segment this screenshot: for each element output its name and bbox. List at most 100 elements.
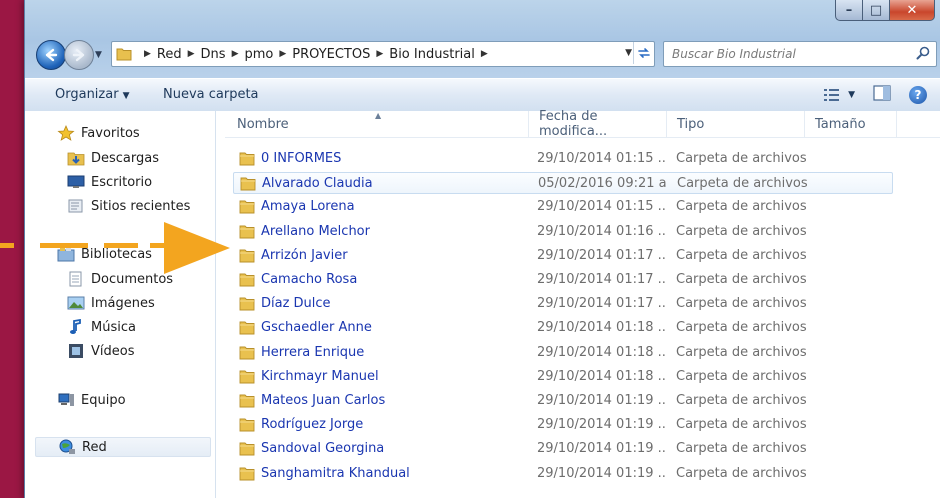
file-date: 29/10/2014 01:19 ... [537,393,667,408]
file-type: Carpeta de archivos [676,223,806,239]
breadcrumb-item[interactable]: Red [157,47,182,62]
organize-label: Organizar [55,87,119,102]
navigation-bar: ▼ ▶ Red ▶ Dns ▶ pmo ▶ PROYECTOS ▶ Bio In… [33,36,937,70]
sidebar-item-images[interactable]: Imágenes [67,293,155,313]
file-type: Carpeta de archivos [676,344,806,360]
forward-button[interactable] [64,40,94,70]
sidebar-item-recent-places[interactable]: Sitios recientes [67,196,190,216]
maximize-button[interactable]: □ [863,0,890,21]
file-list: Nombre ▲ Fecha de modifica... Tipo Tamañ… [225,109,940,498]
folder-icon [239,418,255,432]
chevron-right-icon[interactable]: ▶ [188,49,195,59]
file-name: Mateos Juan Carlos [261,393,386,408]
sidebar-item-network[interactable]: Red [35,437,211,457]
sidebar-item-computer[interactable]: Equipo [57,390,126,410]
column-header-size[interactable]: Tamaño [805,111,897,137]
preview-pane-button[interactable] [873,85,891,105]
desktop-icon [67,175,85,188]
new-folder-button[interactable]: Nueva carpeta [163,87,259,102]
sidebar-item-label: Imágenes [91,295,155,311]
file-row[interactable]: Mateos Juan Carlos 29/10/2014 01:19 ... Ca… [233,390,893,412]
sidebar-item-documents[interactable]: Documentos [67,269,173,289]
address-history-dropdown[interactable]: ▼ [625,48,632,58]
refresh-button[interactable] [633,42,654,64]
file-date: 29/10/2014 01:17 ... [537,272,667,287]
search-input[interactable] [670,45,909,63]
file-row[interactable]: Sandoval Georgina 29/10/2014 01:19 ... Car… [233,438,893,460]
recent-pages-dropdown[interactable]: ▼ [95,50,102,60]
arrow-left-icon [45,48,58,62]
file-name: Díaz Dulce [261,296,331,312]
file-type: Carpeta de archivos [676,272,806,287]
file-type: Carpeta de archivos [676,417,806,433]
file-name: Sandoval Georgina [261,441,385,457]
breadcrumb-item[interactable]: pmo [245,47,274,62]
chevron-right-icon[interactable]: ▶ [279,49,286,59]
close-button[interactable]: ✕ [890,0,935,21]
file-row[interactable]: Camacho Rosa 29/10/2014 01:17 ... Carpeta … [233,269,893,291]
back-button[interactable] [36,40,66,70]
sidebar-item-desktop[interactable]: Escritorio [67,172,152,192]
file-row[interactable]: Rodríguez Jorge 29/10/2014 01:19 ... Carpe… [233,414,893,436]
file-name: Alvarado Claudia [262,176,373,192]
breadcrumb-item[interactable]: Bio Industrial [389,47,475,62]
file-date: 29/10/2014 01:16 ... [537,223,667,239]
file-name: Sanghamitra Khandual [261,465,410,481]
file-row[interactable]: Arellano Melchor 29/10/2014 01:16 ... Carp… [233,221,893,243]
file-date: 05/02/2016 09:21 a... [538,176,668,192]
file-row[interactable]: Herrera Enrique 29/10/2014 01:18 ... Carpe… [233,342,893,364]
music-note-icon [70,319,81,334]
file-name: Arrizón Javier [261,247,348,263]
search-icon[interactable] [916,46,930,60]
sidebar-item-videos[interactable]: Vídeos [67,341,134,361]
breadcrumb-item[interactable]: Dns [201,47,226,62]
sidebar-item-label: Sitios recientes [91,198,191,214]
sidebar-item-music[interactable]: Música [67,317,136,337]
file-row[interactable]: Alvarado Claudia 05/02/2016 09:21 a... Car… [233,172,893,195]
sidebar-item-label: Equipo [81,392,126,408]
file-row[interactable]: 0 INFORMES 29/10/2014 01:15 ... Carpeta de… [233,148,893,170]
file-type: Carpeta de archivos [676,199,806,215]
column-header-type[interactable]: Tipo [667,111,805,137]
file-date: 29/10/2014 01:15 ... [537,151,667,166]
libraries-icon [57,247,75,262]
file-type: Carpeta de archivos [676,320,806,336]
breadcrumb-item[interactable]: PROYECTOS [292,47,370,62]
file-type: Carpeta de archivos [676,247,806,263]
file-row[interactable]: Amaya Lorena 29/10/2014 01:15 ... Carpeta … [233,196,893,218]
organize-menu[interactable]: Organizar ▼ [55,87,129,102]
sidebar-item-label: Descargas [91,150,160,166]
video-film-icon [69,344,83,358]
address-bar[interactable]: ▶ Red ▶ Dns ▶ pmo ▶ PROYECTOS ▶ Bio Indu… [111,41,655,67]
chevron-right-icon[interactable]: ▶ [232,49,239,59]
file-row[interactable]: Gschaedler Anne 29/10/2014 01:18 ... Carpe… [233,317,893,339]
annotation-dash [104,243,138,248]
documents-icon [69,271,82,287]
file-type: Carpeta de archivos [676,441,806,457]
help-button[interactable]: ? [909,86,927,104]
file-row[interactable]: Kirchmayr Manuel 29/10/2014 01:18 ... Carp… [233,366,893,388]
sidebar-item-label: Escritorio [91,174,153,190]
column-header-date[interactable]: Fecha de modifica... [529,109,667,139]
file-name: Herrera Enrique [261,344,365,360]
search-box[interactable] [663,41,937,67]
folder-icon [239,152,255,166]
sidebar-item-favorites[interactable]: Favoritos [57,123,140,143]
caption-buttons: – □ ✕ [835,0,935,22]
folder-icon [239,321,255,335]
file-row[interactable]: Díaz Dulce 29/10/2014 01:17 ... Carpeta de… [233,293,893,315]
minimize-button[interactable]: – [835,0,863,21]
column-header-row: Nombre ▲ Fecha de modifica... Tipo Tamañ… [225,109,940,139]
refresh-icon [638,48,650,58]
chevron-right-icon[interactable]: ▶ [376,49,383,59]
breadcrumb: ▶ Red ▶ Dns ▶ pmo ▶ PROYECTOS ▶ Bio Indu… [138,47,494,62]
file-row[interactable]: Arrizón Javier 29/10/2014 01:17 ... Carpet… [233,245,893,267]
file-date: 29/10/2014 01:18 ... [537,320,667,336]
sidebar-item-downloads[interactable]: Descargas [67,148,159,168]
caret-down-icon: ▼ [848,90,855,100]
folder-icon [239,370,255,384]
chevron-right-icon[interactable]: ▶ [481,49,488,59]
file-row[interactable]: Sanghamitra Khandual 29/10/2014 01:19 ...… [233,463,893,485]
change-view-button[interactable]: ▼ [824,89,855,101]
annotation-arrow-icon [164,222,230,274]
